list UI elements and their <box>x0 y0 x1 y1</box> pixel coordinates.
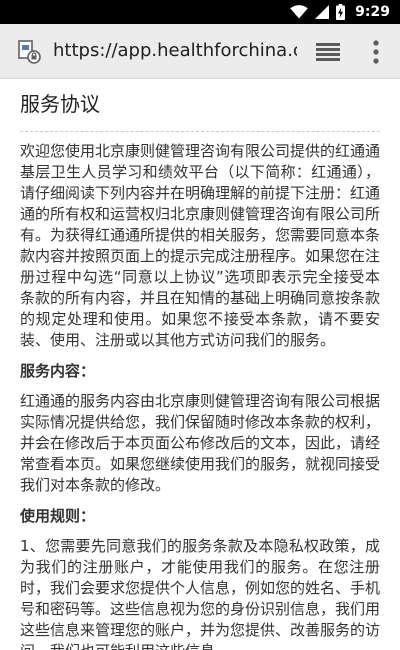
status-time: 9:29 <box>355 4 390 20</box>
tabs-icon[interactable] <box>314 39 342 65</box>
agreement-body: 欢迎您使用北京康则健管理咨询有限公司提供的红通通基层卫生人员学习和绩效平台（以下… <box>20 141 380 650</box>
section-heading-service-content: 服务内容： <box>20 362 96 380</box>
page-title: 服务协议 <box>20 92 100 116</box>
section-text-usage-rules: 1、您需要先同意我们的服务条款及本隐私权政策，成为我们的注册账户，才能使用我们的… <box>20 537 381 650</box>
intro-paragraph: 欢迎您使用北京康则健管理咨询有限公司提供的红通通基层卫生人员学习和绩效平台（以下… <box>20 142 381 349</box>
overflow-menu-icon[interactable] <box>364 37 388 67</box>
section-text-service-content: 红通通的服务内容由北京康则健管理咨询有限公司根据实际情况提供给您，我们保留随时修… <box>20 392 381 494</box>
status-icons: 9:29 <box>290 0 390 24</box>
url-bar[interactable]: https://app.healthforchina.cn/i <box>53 38 297 64</box>
signal-icon <box>315 5 330 19</box>
wifi-icon <box>290 5 308 19</box>
battery-charging-icon <box>336 4 346 20</box>
status-bar: 9:29 <box>0 0 400 24</box>
section-heading-usage-rules: 使用规则： <box>20 507 96 525</box>
page-content[interactable]: 服务协议 欢迎您使用北京康则健管理咨询有限公司提供的红通通基层卫生人员学习和绩效… <box>0 79 400 650</box>
browser-toolbar: https://app.healthforchina.cn/i <box>0 24 400 79</box>
title-divider <box>20 131 380 132</box>
site-info-icon[interactable] <box>17 39 43 65</box>
